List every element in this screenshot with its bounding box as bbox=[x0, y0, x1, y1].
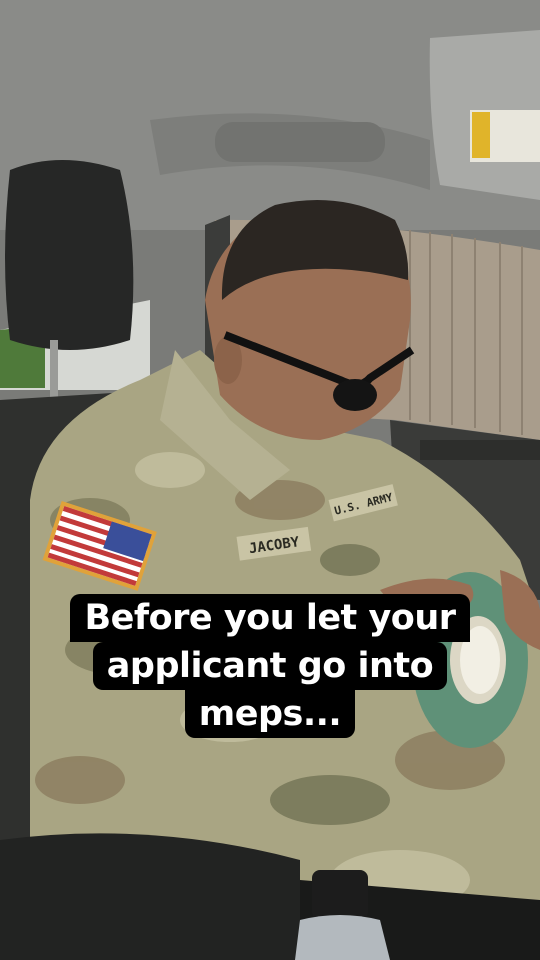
sun-visor bbox=[429, 30, 540, 200]
caption-line-2: applicant go into bbox=[92, 642, 448, 690]
caption-line-3: meps... bbox=[184, 690, 356, 738]
caption-line-1: Before you let your bbox=[70, 594, 470, 642]
car-interior-photo: JACOBY U.S. ARMY bbox=[0, 0, 540, 960]
caption: Before you let your applicant go into me… bbox=[0, 594, 540, 738]
